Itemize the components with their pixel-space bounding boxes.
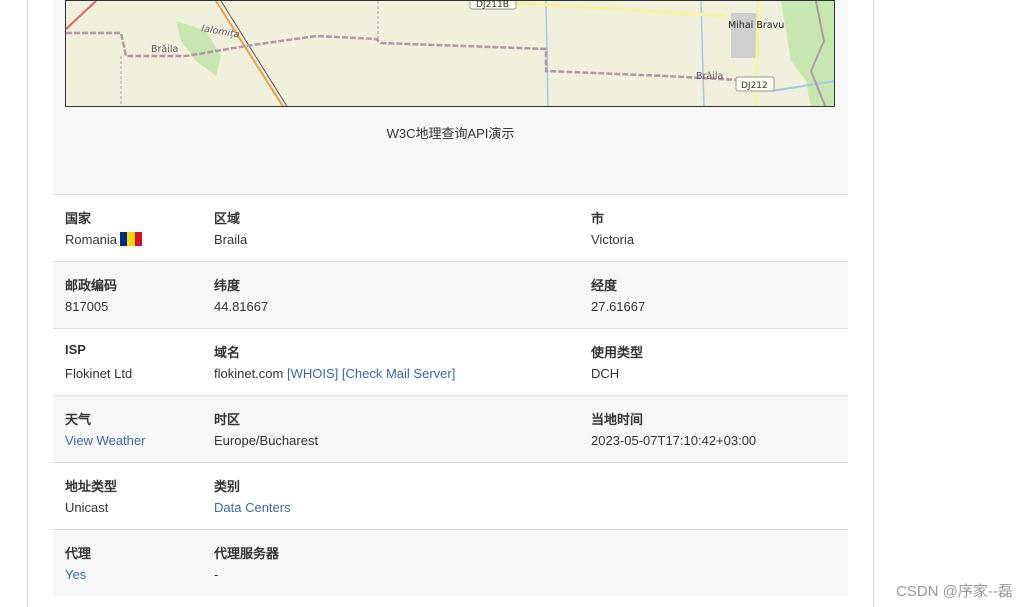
longitude-label: 经度: [591, 278, 618, 293]
usage-type-label: 使用类型: [591, 345, 644, 360]
local-time-label: 当地时间: [591, 412, 644, 427]
category-value-wrap: Data Centers: [214, 500, 291, 515]
domain-value: flokinet.com: [214, 366, 284, 381]
region-value: Braila: [214, 232, 248, 247]
map-label-braila: Brăila: [151, 44, 178, 55]
table-row: 地址类型 Unicast 类别 Data Centers: [53, 462, 848, 529]
table-row: 代理 Yes 代理服务器 -: [53, 529, 848, 596]
proxy-yes-link[interactable]: Yes: [65, 567, 86, 582]
isp-value: Flokinet Ltd: [65, 366, 133, 381]
country-label: 国家: [65, 211, 92, 226]
region-label: 区域: [214, 211, 241, 226]
timezone-value: Europe/Bucharest: [214, 433, 319, 448]
table-row: 国家 Romania 区域 Braila 市 Victoria: [53, 194, 848, 261]
country-value: Romania: [65, 232, 118, 247]
domain-label: 域名: [214, 345, 241, 360]
map-section: Brăila Ialomița DJ211B Mihai Bravu Brăil…: [53, 0, 848, 194]
map-label-dj212: DJ212: [741, 81, 768, 91]
proxy-label: 代理: [65, 546, 92, 561]
latitude-value: 44.81667: [214, 299, 269, 314]
domain-value-wrap: flokinet.com [WHOIS] [Check Mail Server]: [214, 366, 455, 381]
proxy-server-label: 代理服务器: [214, 546, 280, 561]
category-label: 类别: [214, 479, 241, 494]
proxy-value-wrap: Yes: [65, 567, 86, 582]
map-canvas[interactable]: Brăila Ialomița DJ211B Mihai Bravu Brăil…: [66, 1, 835, 107]
map-view[interactable]: Brăila Ialomița DJ211B Mihai Bravu Brăil…: [65, 0, 835, 107]
timezone-label: 时区: [214, 412, 241, 427]
usage-type-value: DCH: [591, 366, 620, 381]
table-row: 天气 View Weather 时区 Europe/Bucharest 当地时间…: [53, 395, 848, 462]
content-border-right: [873, 0, 874, 607]
csdn-watermark: CSDN @序家--磊: [896, 583, 1013, 600]
city-value: Victoria: [591, 232, 635, 247]
romania-flag-icon: [120, 232, 143, 246]
weather-value-wrap: View Weather: [65, 433, 145, 448]
longitude-value: 27.61667: [591, 299, 646, 314]
map-label-mihai-bravu: Mihai Bravu: [728, 20, 784, 31]
address-type-value: Unicast: [65, 500, 109, 515]
local-time-value: 2023-05-07T17:10:42+03:00: [591, 433, 757, 448]
zip-label: 邮政编码: [65, 278, 118, 293]
ip-info-table: 国家 Romania 区域 Braila 市 Victoria 邮政编码 817…: [53, 194, 848, 596]
whois-link[interactable]: [WHOIS]: [287, 366, 338, 381]
data-centers-link[interactable]: Data Centers: [214, 500, 291, 515]
view-weather-link[interactable]: View Weather: [65, 433, 145, 448]
map-caption: W3C地理查询API演示: [386, 126, 515, 141]
table-row: 邮政编码 817005 纬度 44.81667 经度 27.61667: [53, 261, 848, 328]
weather-label: 天气: [65, 412, 92, 427]
map-label-braila: Brăila: [696, 71, 723, 82]
map-label-dj211b: DJ211B: [476, 1, 509, 10]
zip-value: 817005: [65, 299, 109, 314]
isp-label: ISP: [65, 342, 86, 357]
content-border-left: [27, 0, 28, 607]
city-label: 市: [591, 211, 605, 226]
latitude-label: 纬度: [214, 278, 241, 293]
table-row: ISP Flokinet Ltd 域名 flokinet.com [WHOIS]…: [53, 328, 848, 395]
address-type-label: 地址类型: [65, 479, 118, 494]
check-mail-server-link[interactable]: [Check Mail Server]: [342, 366, 455, 381]
proxy-server-value: -: [214, 567, 219, 582]
country-value-wrap: Romania: [65, 232, 143, 247]
